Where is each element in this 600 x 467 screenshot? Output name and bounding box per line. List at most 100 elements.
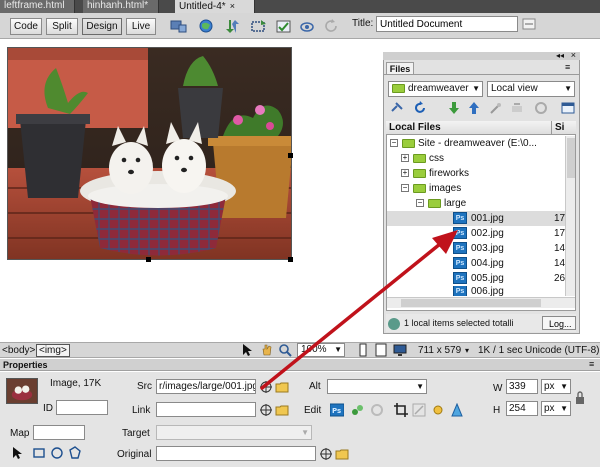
hand-tool-icon[interactable] <box>260 343 274 357</box>
file-row[interactable]: Ps 005.jpg 26 <box>387 271 565 286</box>
collapse-icon[interactable]: − <box>401 184 409 193</box>
title-apply-icon[interactable] <box>522 17 536 31</box>
link-input[interactable] <box>156 402 256 417</box>
view-select[interactable]: Local view ▼ <box>487 81 575 97</box>
width-unit-select[interactable]: px ▼ <box>541 379 571 394</box>
tablet-size-icon[interactable] <box>374 343 388 357</box>
circle-hotspot-icon[interactable] <box>50 446 64 460</box>
height-input[interactable]: 254 <box>506 401 538 416</box>
pointer-hotspot-icon[interactable] <box>10 446 24 460</box>
close-icon[interactable]: × <box>571 50 576 60</box>
check-in-icon[interactable] <box>510 101 524 115</box>
refresh-icon[interactable] <box>413 101 427 115</box>
split-view-button[interactable]: Split <box>46 18 78 35</box>
collapse-icon[interactable]: ◂◂ <box>556 51 564 60</box>
file-row[interactable]: Ps 001.jpg 17 <box>387 211 565 226</box>
site-select[interactable]: dreamweaver ▼ <box>388 81 483 97</box>
panel-menu-icon[interactable]: ≡ <box>589 359 594 369</box>
brightness-icon[interactable] <box>431 403 445 417</box>
tag-selector-body[interactable]: <body> <box>2 345 35 356</box>
visual-aids-icon[interactable] <box>250 18 268 35</box>
collapse-icon[interactable]: − <box>390 139 398 148</box>
zoom-tool-icon[interactable] <box>278 343 292 357</box>
col-size[interactable]: Si <box>551 121 564 134</box>
list-item[interactable]: − Site - dreamweaver (E:\0... <box>390 136 565 151</box>
map-input[interactable] <box>33 425 85 440</box>
expand-panel-icon[interactable] <box>561 101 575 115</box>
check-out-icon[interactable] <box>488 101 502 115</box>
vertical-scrollbar[interactable] <box>565 136 575 296</box>
log-button[interactable]: Log... <box>542 316 576 330</box>
resize-handle-right[interactable] <box>288 153 293 158</box>
alt-select[interactable]: ▼ <box>327 379 427 394</box>
design-view-button[interactable]: Design <box>82 18 122 35</box>
lock-icon[interactable] <box>573 391 584 405</box>
resize-handle-bottom[interactable] <box>146 257 151 262</box>
chevron-down-icon[interactable]: ▾ <box>465 346 469 355</box>
validate-markup-icon[interactable] <box>275 18 293 35</box>
panel-grip[interactable]: ◂◂ × <box>383 50 580 60</box>
window-dimensions[interactable]: 711 x 579 <box>418 345 461 356</box>
put-files-icon[interactable] <box>467 101 481 115</box>
browser-compat-icon[interactable] <box>299 18 317 35</box>
crop-icon[interactable] <box>394 403 408 417</box>
refresh-icon[interactable] <box>323 18 341 35</box>
file-row[interactable]: Ps 006.jpg <box>387 286 565 296</box>
tab-leftframe[interactable]: leftframe.html <box>0 0 75 13</box>
update-original-icon[interactable] <box>370 403 384 417</box>
preview-browser-icon[interactable] <box>198 18 216 35</box>
point-to-file-icon[interactable] <box>259 380 273 394</box>
rectangle-hotspot-icon[interactable] <box>32 446 46 460</box>
tag-selector-img[interactable]: <img> <box>36 344 70 357</box>
horizontal-scrollbar[interactable] <box>387 297 575 308</box>
src-input[interactable]: r/images/large/001.jpg <box>156 379 256 394</box>
file-row[interactable]: Ps 003.jpg 14 <box>387 241 565 256</box>
file-row[interactable]: Ps 002.jpg 17 <box>387 226 565 241</box>
list-item[interactable]: − large <box>416 196 565 211</box>
get-files-icon[interactable] <box>447 101 461 115</box>
original-input[interactable] <box>156 446 316 461</box>
scroll-thumb[interactable] <box>567 138 575 178</box>
polygon-hotspot-icon[interactable] <box>68 446 82 460</box>
tab-untitled-4[interactable]: Untitled-4* × <box>175 0 255 13</box>
point-to-file-icon[interactable] <box>319 447 333 461</box>
collapse-icon[interactable]: − <box>416 199 424 208</box>
resize-handle-corner[interactable] <box>288 257 293 262</box>
resample-icon[interactable] <box>412 403 426 417</box>
file-row[interactable]: Ps 004.jpg 14 <box>387 256 565 271</box>
properties-title[interactable]: Properties <box>0 359 600 371</box>
panel-menu-icon[interactable]: ≡ <box>565 62 570 72</box>
sharpen-icon[interactable] <box>450 402 464 417</box>
connect-icon[interactable] <box>390 101 404 115</box>
browse-folder-icon[interactable] <box>335 447 349 461</box>
document-title-input[interactable] <box>376 16 518 32</box>
close-icon[interactable]: × <box>230 1 235 11</box>
id-input[interactable] <box>56 400 108 415</box>
browse-folder-icon[interactable] <box>275 403 289 417</box>
edit-settings-icon[interactable] <box>350 403 364 417</box>
scroll-thumb[interactable] <box>401 299 541 307</box>
zoom-select[interactable]: 100% ▼ <box>297 343 345 357</box>
height-unit-select[interactable]: px ▼ <box>541 401 571 416</box>
browse-folder-icon[interactable] <box>275 380 289 394</box>
multiscreen-icon[interactable] <box>170 18 188 35</box>
list-item[interactable]: − images <box>401 181 565 196</box>
file-management-icon[interactable] <box>224 18 242 35</box>
expand-icon[interactable]: + <box>401 154 409 163</box>
col-local-files[interactable]: Local Files <box>389 121 441 134</box>
target-select[interactable]: ▼ <box>156 425 312 440</box>
pointer-tool-icon[interactable] <box>240 343 254 357</box>
desktop-size-icon[interactable] <box>393 343 407 357</box>
width-input[interactable]: 339 <box>506 379 538 394</box>
code-view-button[interactable]: Code <box>10 18 42 35</box>
point-to-file-icon[interactable] <box>259 403 273 417</box>
tab-hinhanh[interactable]: hinhanh.html* <box>83 0 159 13</box>
selected-image[interactable] <box>7 47 292 260</box>
list-item[interactable]: + css <box>401 151 565 166</box>
mobile-size-icon[interactable] <box>356 343 370 357</box>
photoshop-edit-icon[interactable]: Ps <box>329 403 345 417</box>
list-item[interactable]: + fireworks <box>401 166 565 181</box>
sync-icon[interactable] <box>534 101 548 115</box>
live-view-button[interactable]: Live <box>126 18 156 35</box>
expand-icon[interactable]: + <box>401 169 409 178</box>
